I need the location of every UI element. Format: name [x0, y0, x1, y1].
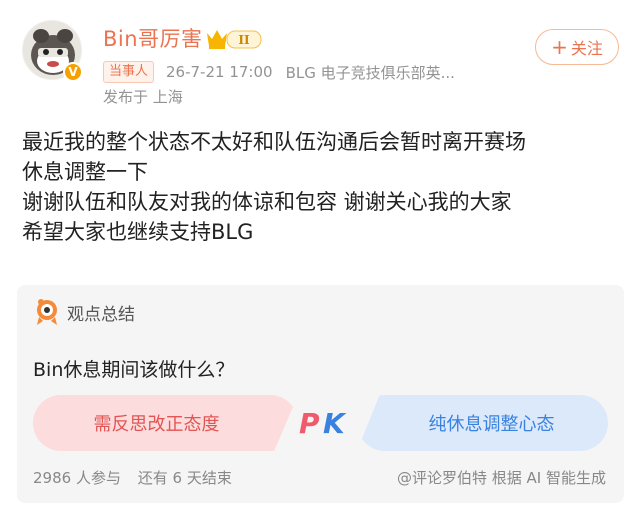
post-line: 休息调整一下 [22, 160, 148, 184]
svg-text:P: P [299, 407, 320, 439]
avatar[interactable]: V [22, 20, 83, 82]
card-title: 观点总结 [67, 304, 135, 325]
post-line: 谢谢队伍和队友对我的体谅和包容 谢谢关心我的大家 [22, 190, 512, 214]
poll-option-b-label: 纯休息调整心态 [428, 414, 555, 435]
summary-card: 观点总结 Bin休息期间该做什么？ 需反思改正态度 P K PK 纯休息调整心态… [17, 285, 624, 503]
poll-question: Bin休息期间该做什么？ [33, 359, 235, 381]
post-timestamp: 26-7-21 17:00 [166, 63, 273, 81]
level-badge-text: II [238, 33, 250, 47]
level-crown-badge: II [207, 30, 262, 49]
post-line: 希望大家也继续支持BLG [22, 220, 254, 244]
meta-row: 当事人 26-7-21 17:00 BLG 电子竞技俱乐部英... [103, 61, 455, 83]
plus-icon: + [551, 35, 568, 59]
post-source[interactable]: BLG 电子竞技俱乐部英... [286, 62, 455, 83]
time-remaining: 还有 6 天结束 [137, 469, 232, 487]
poll-option-a-label: 需反思改正态度 [93, 414, 220, 435]
card-header: 观点总结 [33, 297, 135, 327]
post-body: 最近我的整个状态不太好和队伍沟通后会暂时离开赛场 休息调整一下 谢谢队伍和队友对… [22, 127, 622, 247]
follow-button[interactable]: + 关注 [535, 29, 619, 65]
poll-source[interactable]: @评论罗伯特 根据 AI 智能生成 [397, 467, 606, 488]
poll-option-b[interactable]: 纯休息调整心态 [357, 395, 608, 451]
pk-icon: P K [299, 407, 347, 439]
verified-badge-icon: V [63, 62, 83, 82]
post-line: 最近我的整个状态不太好和队伍沟通后会暂时离开赛场 [22, 130, 526, 154]
follow-label: 关注 [570, 39, 603, 58]
role-tag: 当事人 [103, 61, 155, 83]
poll-option-a[interactable]: 需反思改正态度 [33, 395, 298, 451]
robot-mascot-icon [37, 299, 57, 325]
poll-stats: 2986 人参与 还有 6 天结束 [33, 467, 244, 488]
post-location: 发布于 上海 [103, 88, 183, 106]
username[interactable]: Bin哥厉害 [103, 23, 203, 53]
participant-count: 2986 人参与 [33, 469, 121, 487]
svg-text:K: K [323, 407, 347, 439]
